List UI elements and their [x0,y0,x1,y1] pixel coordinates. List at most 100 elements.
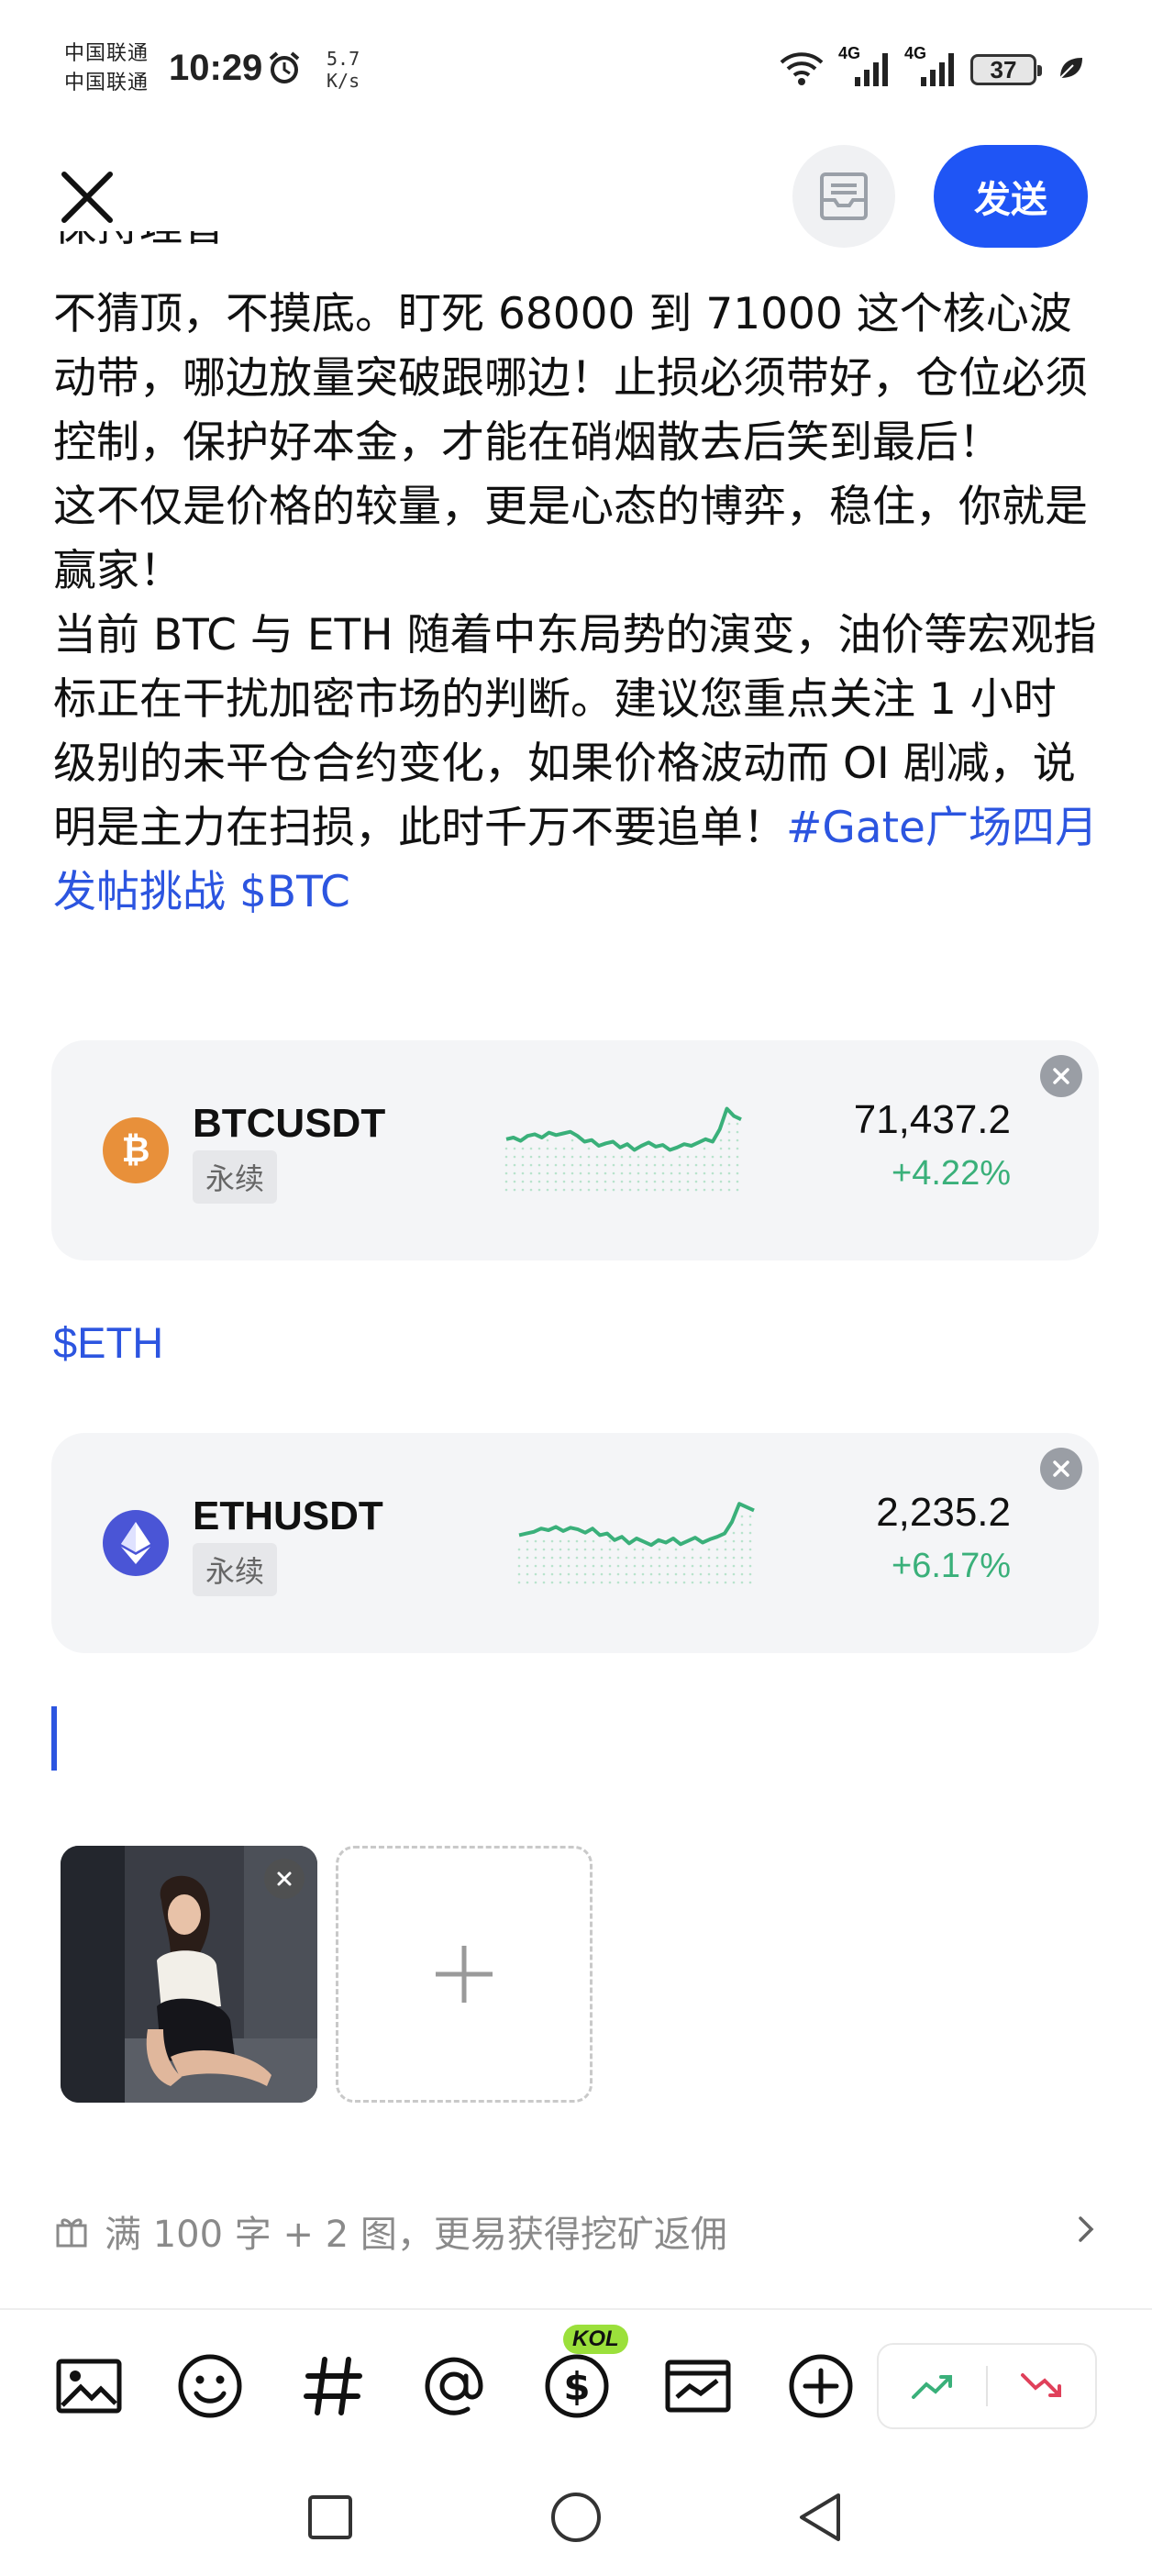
sparkline-fill-dot [608,1548,612,1551]
sparkline-fill-dot [550,1581,554,1584]
sparkline-fill-dot [570,1188,574,1192]
sparkline-fill-dot [649,1556,653,1560]
sparkline-fill-dot [645,1155,648,1159]
image-icon [56,2359,122,2414]
sparkline-fill-dot [724,1539,727,1543]
sparkline-fill-dot [526,1539,529,1543]
sparkline-fill-dot [542,1581,546,1584]
sparkline-fill-dot [727,1163,731,1167]
chevron-right-icon [1079,2216,1094,2242]
sparkline-fill-dot [513,1147,516,1150]
insert-image-button[interactable] [51,2348,127,2424]
sparkline-fill-dot [575,1564,579,1568]
sparkline-fill-dot [740,1564,744,1568]
more-button[interactable] [783,2348,858,2424]
sparkline-fill-dot [633,1556,637,1560]
sparkline-fill-dot [608,1564,612,1568]
sparkline-fill-dot [703,1171,706,1175]
home-button[interactable] [547,2488,605,2547]
leaf-icon [1057,54,1084,86]
sparkline-fill-dot [517,1556,521,1560]
sparkline-fill-dot [604,1180,607,1183]
sparkline-fill-dot [559,1539,562,1543]
sparkline-fill-dot [600,1572,604,1576]
scrolled-text-line: 保持理智 [53,231,255,268]
plus-circle-icon [789,2354,853,2418]
sparkline-fill-dot [504,1171,508,1175]
drafts-button[interactable] [792,145,895,248]
attached-photo[interactable] [61,1846,317,2103]
sparkline-fill-dot [517,1572,521,1576]
close-icon [1053,1068,1069,1084]
sparkline-fill-dot [686,1188,690,1192]
sparkline-fill-dot [592,1548,595,1551]
send-button[interactable]: 发送 [934,145,1088,248]
sparkline-fill-dot [587,1155,591,1159]
sparkline-fill-dot [554,1180,558,1183]
sparkline-fill-dot [711,1163,714,1167]
market-card-eth[interactable]: ETHUSDT 永续 2,235.2 +6.17% [51,1433,1099,1653]
sparkline-fill-dot [628,1155,632,1159]
close-button[interactable] [55,165,119,229]
mention-button[interactable] [416,2348,492,2424]
sparkline-fill-dot [616,1572,620,1576]
kol-reward-button[interactable]: $ [539,2348,615,2424]
sparkline-fill-dot [546,1180,549,1183]
drafts-icon [820,172,868,220]
market-card-btc[interactable]: ₿ BTCUSDT 永续 71,437.2 +4.22% [51,1040,1099,1260]
sparkline-fill-dot [748,1581,752,1584]
sparkline-fill-dot [604,1155,607,1159]
bearish-button[interactable] [988,2345,1095,2427]
sparkline-fill-dot [504,1147,508,1150]
sparkline-fill-dot [727,1130,731,1134]
post-editor-text[interactable]: 不猜顶，不摸底。盯死 68000 到 71000 这个核心波动带，哪边放量突破跟… [53,283,1099,925]
sparkline-fill-dot [562,1188,566,1192]
bullish-button[interactable] [879,2345,986,2427]
reward-hint-row[interactable]: 满 100 字 + 2 图，更易获得挖矿返佣 [53,2205,1099,2257]
remove-photo-button[interactable] [264,1859,305,1899]
back-button[interactable] [791,2488,849,2547]
sparkline-fill-dot [562,1163,566,1167]
sparkline-fill-dot [637,1188,640,1192]
sparkline-fill-dot [587,1147,591,1150]
remove-card-button[interactable] [1040,1448,1082,1490]
status-time: 10:29 [169,48,263,88]
sparkline-fill-dot [637,1171,640,1175]
hashtag-button[interactable] [295,2348,371,2424]
sparkline-fill-dot [727,1147,731,1150]
plus-icon [436,1946,493,2003]
sparkline-fill-dot [674,1581,678,1584]
cashtag-btc[interactable]: $BTC [239,867,350,917]
sparkline-fill-dot [595,1155,599,1159]
sparkline-fill-dot [707,1556,711,1560]
sparkline-fill-dot [625,1556,628,1560]
sparkline-fill-dot [732,1531,736,1535]
sparkline-fill-dot [554,1147,558,1150]
trend-down-icon [1020,2373,1061,2397]
cashtag-eth[interactable]: $ETH [53,1317,163,1368]
sparkline-fill-dot [559,1581,562,1584]
sparkline-fill-dot [645,1180,648,1183]
sparkline-fill-dot [567,1564,570,1568]
sparkline-fill-dot [678,1171,681,1175]
sparkline-fill-dot [670,1188,673,1192]
insert-chart-button[interactable] [660,2348,736,2424]
remove-card-button[interactable] [1040,1055,1082,1097]
emoji-button[interactable] [172,2348,248,2424]
sparkline-fill-dot [748,1556,752,1560]
sparkline-fill-dot [567,1548,570,1551]
sparkline-fill-dot [699,1581,703,1584]
sparkline-fill-dot [583,1572,587,1576]
sparkline-fill-dot [682,1581,686,1584]
sparkline-fill-dot [707,1564,711,1568]
add-photo-button[interactable] [336,1846,593,2103]
sparkline-fill-dot [625,1564,628,1568]
sparkline-fill-dot [575,1572,579,1576]
sparkline-fill-dot [513,1163,516,1167]
sparkline-fill-dot [570,1155,574,1159]
status-icons: 4G 4G 37 [778,44,1084,94]
sparkline-fill-dot [521,1188,525,1192]
sparkline-fill-dot [719,1171,723,1175]
recents-button[interactable] [301,2488,360,2547]
sparkline-fill-dot [570,1163,574,1167]
